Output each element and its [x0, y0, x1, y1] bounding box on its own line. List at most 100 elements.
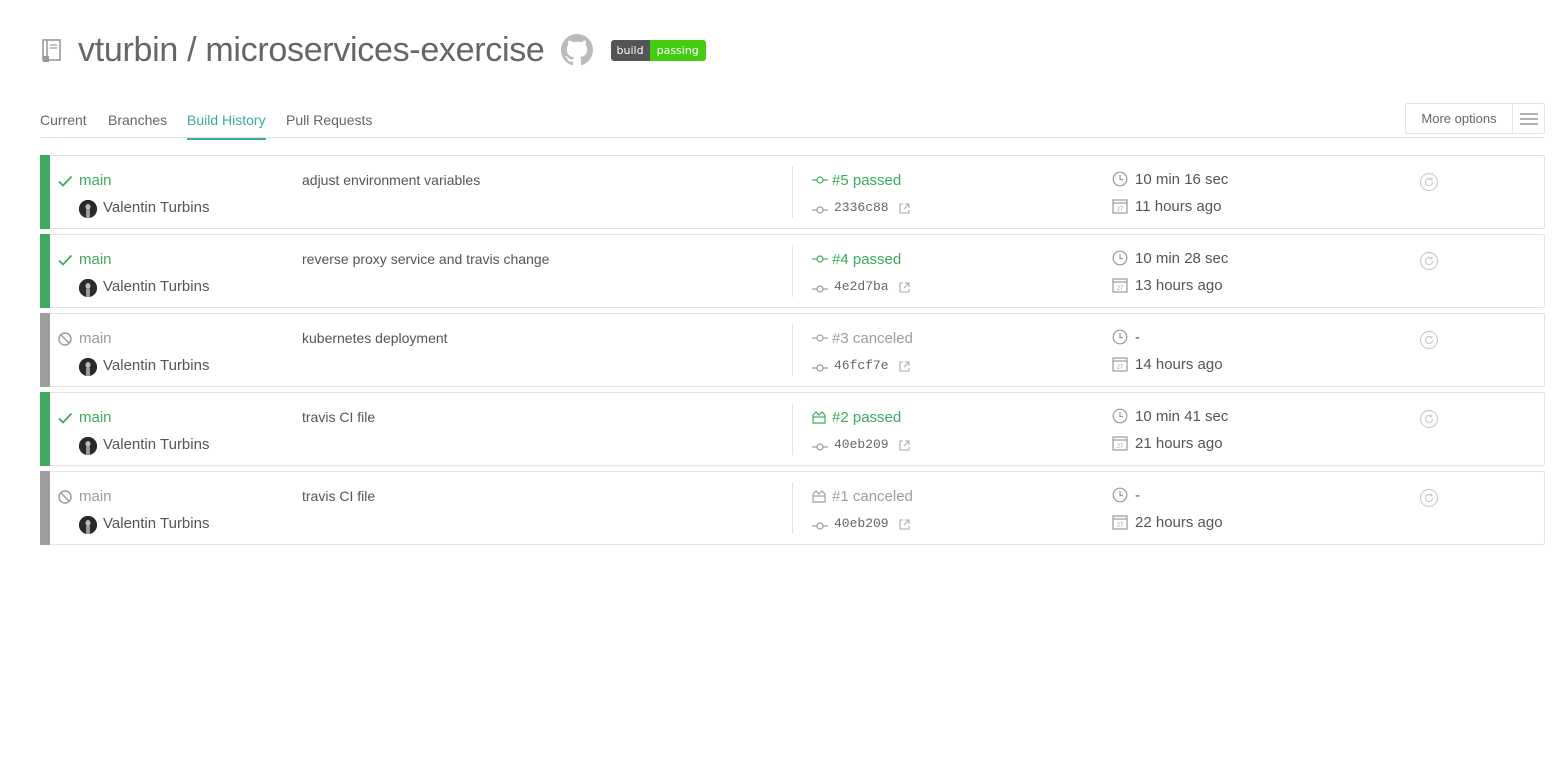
build-number[interactable]: #4 passed: [832, 251, 901, 268]
svg-text:27: 27: [1117, 365, 1123, 371]
commit-sha[interactable]: 46fcf7e: [834, 358, 889, 373]
restart-build-icon[interactable]: [1419, 488, 1439, 508]
more-options-label: More options: [1421, 111, 1497, 126]
external-link-icon[interactable]: [899, 201, 910, 214]
avatar: [79, 437, 97, 455]
author-name: Valentin Turbins: [103, 515, 210, 532]
status-stripe: [40, 155, 50, 229]
build-number[interactable]: #3 canceled: [832, 330, 913, 347]
status-stripe: [40, 392, 50, 466]
external-link-icon[interactable]: [899, 280, 910, 293]
svg-text:27: 27: [1117, 207, 1123, 213]
build-number[interactable]: #5 passed: [832, 172, 901, 189]
commit-sha[interactable]: 4e2d7ba: [834, 279, 889, 294]
badge-status: passing: [649, 39, 706, 61]
external-link-icon[interactable]: [899, 359, 910, 372]
status-stripe: [40, 313, 50, 387]
divider: [792, 324, 793, 376]
avatar: [79, 516, 97, 534]
check-icon: [57, 410, 73, 426]
calendar-icon: 27: [1112, 514, 1128, 530]
build-row[interactable]: main Valentin Turbins kubernetes deploym…: [40, 313, 1545, 387]
build-duration: 10 min 28 sec: [1135, 250, 1229, 267]
author-name: Valentin Turbins: [103, 199, 210, 216]
commit-icon: [812, 202, 828, 214]
author-name: Valentin Turbins: [103, 278, 210, 295]
branch-name[interactable]: main: [79, 330, 112, 347]
build-row[interactable]: main Valentin Turbins travis CI file #1 …: [40, 471, 1545, 545]
hamburger-menu-icon: [1512, 104, 1544, 133]
branch-name[interactable]: main: [79, 488, 112, 505]
restart-build-icon[interactable]: [1419, 172, 1439, 192]
commit-sha[interactable]: 40eb209: [834, 516, 889, 531]
github-icon[interactable]: [560, 34, 593, 66]
external-link-icon[interactable]: [899, 438, 910, 451]
build-duration: -: [1135, 329, 1140, 346]
build-row[interactable]: main Valentin Turbins adjust environment…: [40, 155, 1545, 229]
branch-name[interactable]: main: [79, 409, 112, 426]
tab-current[interactable]: Current: [40, 112, 87, 128]
check-icon: [57, 173, 73, 189]
avatar: [79, 358, 97, 376]
build-row[interactable]: main Valentin Turbins reverse proxy serv…: [40, 234, 1545, 308]
commit-icon: [812, 518, 828, 530]
clock-icon: [1112, 329, 1128, 345]
divider: [792, 245, 793, 297]
branch-name[interactable]: main: [79, 172, 112, 189]
status-stripe: [40, 234, 50, 308]
check-icon: [57, 252, 73, 268]
build-duration: 10 min 16 sec: [1135, 171, 1229, 188]
build-number[interactable]: #1 canceled: [832, 488, 913, 505]
calendar-icon: 27: [1112, 198, 1128, 214]
repo-book-icon: [40, 36, 64, 64]
commit-message: reverse proxy service and travis change: [302, 251, 550, 267]
calendar-icon: 27: [1112, 356, 1128, 372]
build-row[interactable]: main Valentin Turbins travis CI file #2 …: [40, 392, 1545, 466]
restart-build-icon[interactable]: [1419, 409, 1439, 429]
repo-title: vturbin / microservices-exercise: [78, 30, 545, 69]
external-link-icon[interactable]: [899, 517, 910, 530]
branch-name[interactable]: main: [79, 251, 112, 268]
finished-time-ago: 21 hours ago: [1135, 435, 1223, 452]
finished-time-ago: 14 hours ago: [1135, 356, 1223, 373]
clock-icon: [1112, 408, 1128, 424]
avatar: [79, 279, 97, 297]
push-commit-icon: [812, 331, 828, 345]
api-trigger-icon: [812, 410, 828, 424]
avatar: [79, 200, 97, 218]
finished-time-ago: 13 hours ago: [1135, 277, 1223, 294]
commit-icon: [812, 439, 828, 451]
status-stripe: [40, 471, 50, 545]
commit-message: kubernetes deployment: [302, 330, 448, 346]
push-commit-icon: [812, 252, 828, 266]
clock-icon: [1112, 487, 1128, 503]
commit-sha[interactable]: 2336c88: [834, 200, 889, 215]
restart-build-icon[interactable]: [1419, 251, 1439, 271]
canceled-icon: [57, 331, 73, 347]
tab-branches[interactable]: Branches: [108, 112, 167, 128]
repo-header: vturbin / microservices-exercise build p…: [40, 28, 706, 72]
build-number[interactable]: #2 passed: [832, 409, 901, 426]
build-list: main Valentin Turbins adjust environment…: [40, 155, 1545, 550]
tab-pull-requests[interactable]: Pull Requests: [286, 112, 372, 128]
divider: [792, 482, 793, 534]
commit-sha[interactable]: 40eb209: [834, 437, 889, 452]
repo-tabs: Current Branches Build History Pull Requ…: [40, 103, 1545, 140]
divider: [792, 403, 793, 455]
tab-build-history[interactable]: Build History: [187, 112, 266, 140]
build-status-badge[interactable]: build passing: [610, 39, 706, 61]
svg-text:27: 27: [1117, 286, 1123, 292]
more-options-button[interactable]: More options: [1405, 103, 1545, 134]
commit-message: adjust environment variables: [302, 172, 481, 188]
finished-time-ago: 11 hours ago: [1135, 198, 1222, 215]
restart-build-icon[interactable]: [1419, 330, 1439, 350]
commit-message: travis CI file: [302, 409, 376, 425]
commit-message: travis CI file: [302, 488, 376, 504]
calendar-icon: 27: [1112, 277, 1128, 293]
commit-icon: [812, 360, 828, 372]
build-duration: -: [1135, 487, 1140, 504]
svg-text:27: 27: [1117, 523, 1123, 529]
canceled-icon: [57, 489, 73, 505]
build-duration: 10 min 41 sec: [1135, 408, 1229, 425]
divider: [792, 166, 793, 218]
